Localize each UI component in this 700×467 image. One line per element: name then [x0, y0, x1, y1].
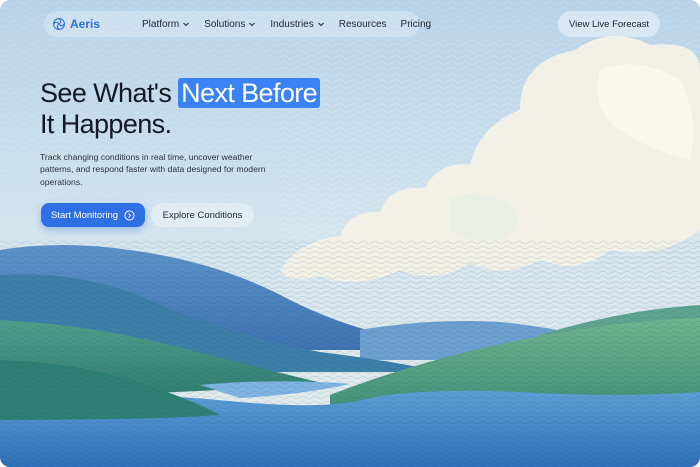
brand-logo[interactable]: Aeris [52, 15, 100, 33]
chevron-down-icon [183, 22, 190, 27]
view-live-forecast-button[interactable]: View Live Forecast [558, 11, 660, 37]
hero-subtext: Track changing conditions in real time, … [40, 152, 266, 187]
aeris-swirl-icon [53, 18, 65, 30]
headline-part-2: It Happens. [40, 109, 172, 139]
top-nav: Aeris Platform Solutions Industries Reso… [44, 11, 431, 37]
chevron-down-icon [317, 22, 324, 27]
explore-conditions-button[interactable]: Explore Conditions [151, 203, 254, 227]
hero-headline: See What's Next Before It Happens. [40, 78, 360, 140]
nav-menu: Platform Solutions Industries Resources … [142, 11, 445, 37]
button-label: Start Monitoring [50, 209, 119, 221]
nav-item-platform[interactable]: Platform [142, 19, 190, 30]
nav-item-label: Platform [142, 18, 180, 30]
chevron-down-icon [249, 22, 256, 27]
nav-item-industries[interactable]: Industries [270, 19, 324, 30]
nav-item-label: Solutions [204, 18, 246, 30]
nav-item-pricing[interactable]: Pricing [401, 19, 432, 30]
nav-item-label: Resources [338, 18, 387, 30]
page-frame: Aeris Platform Solutions Industries Reso… [0, 0, 700, 467]
nav-item-label: Pricing [400, 18, 432, 30]
start-monitoring-button[interactable]: Start Monitoring [41, 203, 145, 227]
chevron-right-circle-icon [124, 209, 135, 221]
nav-item-label: Industries [270, 18, 314, 30]
headline-highlight: Next Before [178, 78, 321, 108]
headline-part-1: See What's [40, 78, 179, 108]
nav-item-resources[interactable]: Resources [339, 19, 387, 30]
hero-background-illustration [0, 0, 700, 467]
brand-name: Aeris [70, 17, 101, 31]
nav-item-solutions[interactable]: Solutions [204, 19, 256, 30]
